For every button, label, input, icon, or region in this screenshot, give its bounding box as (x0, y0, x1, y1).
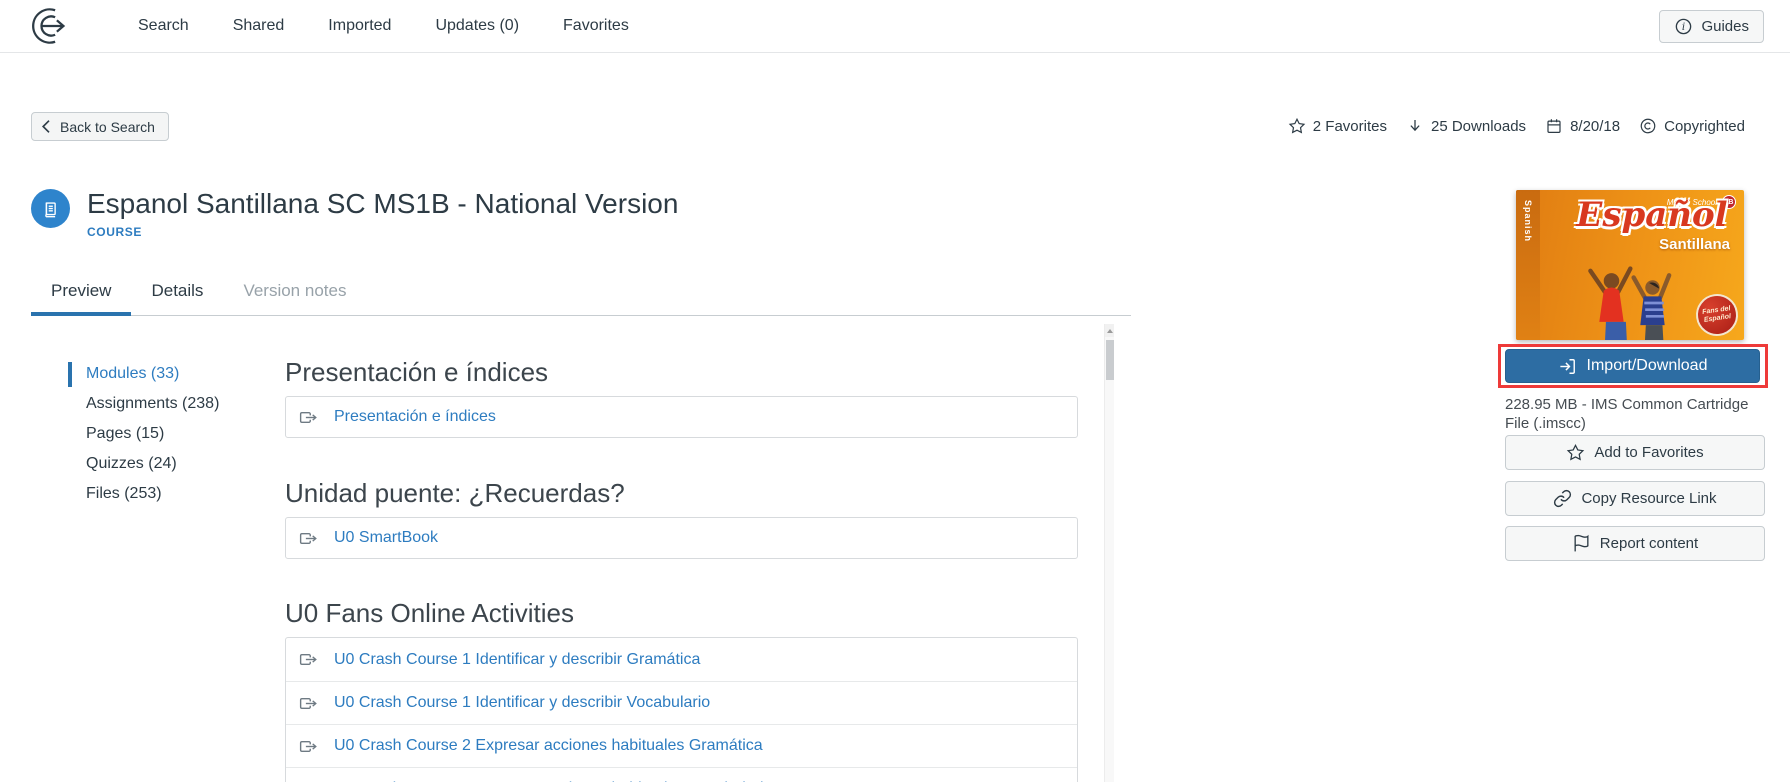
license-label: Copyrighted (1664, 118, 1745, 135)
sidebar-item-modules[interactable]: Modules (33) (68, 362, 219, 392)
module-card: U0 SmartBook (285, 517, 1078, 559)
chevron-left-icon (41, 119, 52, 134)
report-content-label: Report content (1600, 535, 1698, 552)
module-item-row[interactable]: U0 Crash Course 1 Identificar y describi… (286, 681, 1077, 724)
module-heading: Unidad puente: ¿Recuerdas? (285, 477, 1078, 509)
nav-menu: Search Shared Imported Updates (0) Favor… (138, 17, 629, 35)
page-title: Espanol Santillana SC MS1B - National Ve… (87, 189, 678, 219)
cover-brand-title: Español (1568, 196, 1736, 234)
file-info-text: 228.95 MB - IMS Common Cartridge File (.… (1505, 395, 1765, 433)
star-icon (1288, 117, 1306, 135)
downloads-count: 25 Downloads (1431, 118, 1526, 135)
module-item-row[interactable]: Presentación e índices (286, 397, 1077, 437)
downloads-stat: 25 Downloads (1406, 117, 1526, 135)
top-navbar: Search Shared Imported Updates (0) Favor… (0, 0, 1790, 53)
import-download-label: Import/Download (1587, 357, 1708, 375)
module-item-link[interactable]: Presentación e índices (334, 408, 496, 426)
module-heading: U0 Fans Online Activities (285, 597, 1078, 629)
module-item-link[interactable]: U0 Crash Course 1 Identificar y describi… (334, 651, 700, 669)
module-item-icon (298, 693, 319, 714)
guides-button[interactable]: i Guides (1659, 10, 1764, 43)
module-item-row[interactable]: U0 Crash Course 2 Expresar acciones habi… (286, 767, 1077, 782)
commons-logo-icon[interactable] (28, 5, 70, 47)
report-content-button[interactable]: Report content (1505, 526, 1765, 561)
module-heading: Presentación e índices (285, 356, 1078, 388)
link-icon (1553, 489, 1572, 508)
module-item-row[interactable]: U0 Crash Course 2 Expresar acciones habi… (286, 724, 1077, 767)
sidebar-item-assignments[interactable]: Assignments (238) (68, 392, 219, 422)
module-section: U0 Fans Online Activities U0 Crash Cours… (285, 597, 1078, 782)
copyright-icon (1639, 117, 1657, 135)
nav-item-updates[interactable]: Updates (0) (435, 17, 519, 35)
resource-type-badge: COURSE (87, 225, 678, 239)
copy-resource-link-button[interactable]: Copy Resource Link (1505, 481, 1765, 516)
course-type-icon (31, 189, 70, 228)
resource-header: Espanol Santillana SC MS1B - National Ve… (31, 189, 678, 239)
module-item-icon (298, 736, 319, 757)
preview-scrollbar-track[interactable] (1104, 324, 1114, 782)
copy-resource-link-label: Copy Resource Link (1581, 490, 1716, 507)
module-item-link[interactable]: U0 SmartBook (334, 529, 438, 547)
favorites-stat: 2 Favorites (1288, 117, 1387, 135)
content-type-list: Modules (33) Assignments (238) Pages (15… (68, 362, 219, 512)
svg-text:i: i (1682, 21, 1685, 33)
course-cover-image: Spanish Middle School 1B Español Santill… (1516, 190, 1744, 340)
module-item-row[interactable]: U0 Crash Course 1 Identificar y describi… (286, 638, 1077, 681)
module-card: U0 Crash Course 1 Identificar y describi… (285, 637, 1078, 782)
download-icon (1406, 117, 1424, 135)
module-item-link[interactable]: U0 Crash Course 2 Expresar acciones habi… (334, 737, 763, 755)
module-item-icon (298, 649, 319, 670)
cover-fans-badge: Fans del Español (1693, 291, 1740, 338)
sidebar-item-quizzes[interactable]: Quizzes (24) (68, 452, 219, 482)
flag-icon (1572, 534, 1591, 553)
add-to-favorites-button[interactable]: Add to Favorites (1505, 435, 1765, 470)
info-icon: i (1674, 17, 1693, 36)
sidebar-item-files[interactable]: Files (253) (68, 482, 219, 512)
module-item-icon (298, 407, 319, 428)
resource-stats: 2 Favorites 25 Downloads 8/20/18 Copyrig… (1288, 117, 1745, 135)
back-to-search-label: Back to Search (60, 119, 155, 135)
updated-date: 8/20/18 (1570, 118, 1620, 135)
add-to-favorites-label: Add to Favorites (1594, 444, 1703, 461)
module-item-icon (298, 779, 319, 782)
nav-item-shared[interactable]: Shared (233, 17, 285, 35)
nav-item-search[interactable]: Search (138, 17, 189, 35)
date-stat: 8/20/18 (1545, 117, 1620, 135)
module-item-icon (298, 528, 319, 549)
cover-brand-subtitle: Santillana (1626, 236, 1738, 253)
calendar-icon (1545, 117, 1563, 135)
module-section: Unidad puente: ¿Recuerdas? U0 SmartBook (285, 477, 1078, 559)
star-icon (1566, 443, 1585, 462)
preview-scrollbar-thumb[interactable] (1106, 340, 1114, 380)
import-download-button[interactable]: Import/Download (1505, 349, 1760, 383)
cover-people-illustration (1560, 262, 1694, 340)
module-item-link[interactable]: U0 Crash Course 1 Identificar y describi… (334, 694, 710, 712)
module-item-row[interactable]: U0 SmartBook (286, 518, 1077, 558)
module-section: Presentación e índices Presentación e ín… (285, 356, 1078, 438)
module-card: Presentación e índices (285, 396, 1078, 438)
cover-spine: Spanish (1516, 190, 1540, 340)
preview-pane: Modules (33) Assignments (238) Pages (15… (31, 307, 1114, 782)
nav-item-imported[interactable]: Imported (328, 17, 391, 35)
license-stat: Copyrighted (1639, 117, 1745, 135)
modules-list: Presentación e índices Presentación e ín… (285, 307, 1078, 782)
import-icon (1558, 357, 1577, 376)
back-to-search-button[interactable]: Back to Search (31, 112, 169, 141)
nav-item-favorites[interactable]: Favorites (563, 17, 629, 35)
cover-spine-label: Spanish (1523, 200, 1533, 242)
favorites-count: 2 Favorites (1313, 118, 1387, 135)
guides-label: Guides (1701, 18, 1749, 35)
sidebar-item-pages[interactable]: Pages (15) (68, 422, 219, 452)
scrollbar-up-button[interactable] (1105, 324, 1114, 337)
